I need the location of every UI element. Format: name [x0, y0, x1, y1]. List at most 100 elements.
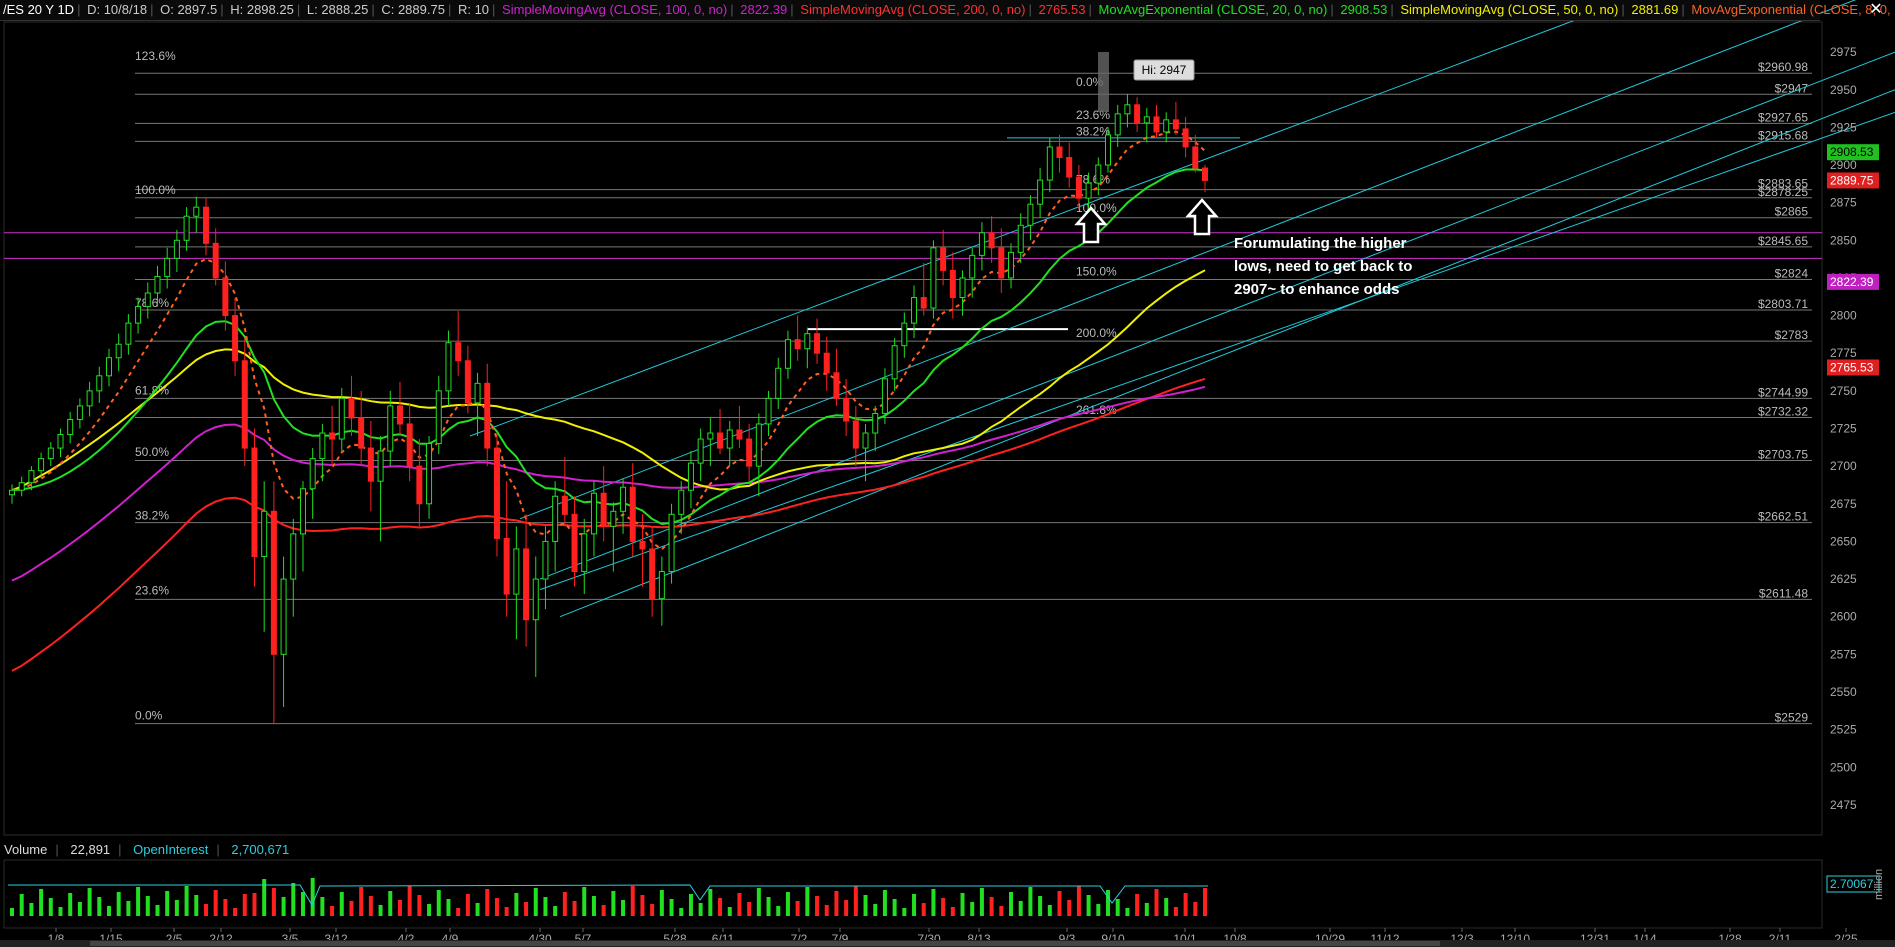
candle-body[interactable]: [270, 510, 277, 655]
candle-body[interactable]: [600, 492, 607, 527]
volume-label[interactable]: Volume: [0, 842, 51, 857]
candle-body[interactable]: [804, 333, 811, 350]
candle-body[interactable]: [998, 247, 1005, 279]
candle-body[interactable]: [1143, 116, 1150, 124]
candle-body[interactable]: [1017, 224, 1024, 253]
candle-body[interactable]: [173, 239, 180, 259]
candle-body[interactable]: [377, 450, 384, 482]
candle-body[interactable]: [629, 486, 636, 542]
candle-body[interactable]: [532, 578, 539, 621]
candle-body[interactable]: [911, 297, 918, 324]
candle-body[interactable]: [280, 578, 287, 655]
candle-body[interactable]: [949, 269, 956, 299]
candle-body[interactable]: [620, 486, 627, 512]
candle-body[interactable]: [503, 537, 510, 595]
price-chart[interactable]: $2960.98$2947$2927.65$2915.68$2883.65$28…: [0, 0, 1895, 947]
candle-body[interactable]: [833, 372, 840, 399]
candle-body[interactable]: [610, 510, 617, 527]
candle-body[interactable]: [891, 345, 898, 380]
candle-body[interactable]: [755, 423, 762, 467]
candle-body[interactable]: [387, 405, 394, 452]
candle-body[interactable]: [232, 315, 239, 362]
candle-body[interactable]: [1202, 167, 1208, 181]
candle-body[interactable]: [474, 382, 481, 404]
candle-body[interactable]: [183, 215, 190, 241]
candle-body[interactable]: [746, 438, 753, 467]
horizontal-scrollbar[interactable]: [0, 940, 1895, 947]
candle-body[interactable]: [1085, 182, 1092, 199]
candle-body[interactable]: [338, 397, 345, 440]
candle-body[interactable]: [930, 247, 937, 309]
candle-body[interactable]: [115, 343, 122, 359]
candle-body[interactable]: [581, 533, 588, 573]
candle-body[interactable]: [154, 275, 161, 294]
candle-body[interactable]: [484, 382, 491, 449]
candle-body[interactable]: [1163, 119, 1170, 133]
candle-body[interactable]: [1124, 104, 1131, 115]
candle-body[interactable]: [1095, 164, 1102, 184]
candle-body[interactable]: [1027, 203, 1034, 226]
candle-body[interactable]: [552, 495, 559, 542]
candle-body[interactable]: [678, 489, 685, 515]
candle-body[interactable]: [561, 495, 568, 515]
candle-body[interactable]: [135, 306, 142, 324]
candle-body[interactable]: [1134, 104, 1141, 124]
candle-body[interactable]: [1105, 134, 1112, 166]
candle-body[interactable]: [523, 548, 530, 621]
candle-body[interactable]: [28, 470, 35, 484]
study-sma200[interactable]: SimpleMovingAvg (CLOSE, 200, 0, no): [797, 2, 1028, 17]
candle-body[interactable]: [144, 292, 151, 308]
candle-body[interactable]: [76, 405, 83, 420]
candle-body[interactable]: [309, 458, 316, 490]
candle-body[interactable]: [687, 462, 694, 491]
candle-body[interactable]: [1037, 179, 1044, 205]
candle-body[interactable]: [784, 339, 791, 369]
candle-body[interactable]: [852, 420, 859, 449]
candle-body[interactable]: [988, 232, 995, 249]
candle-body[interactable]: [96, 375, 103, 392]
candle-body[interactable]: [9, 489, 15, 496]
candle-body[interactable]: [1066, 157, 1073, 178]
candle-body[interactable]: [969, 254, 976, 279]
study-sma50[interactable]: SimpleMovingAvg (CLOSE, 50, 0, no): [1397, 2, 1621, 17]
candle-body[interactable]: [445, 342, 452, 392]
candle-body[interactable]: [513, 548, 520, 595]
candle-body[interactable]: [843, 397, 850, 422]
candle-body[interactable]: [765, 397, 772, 425]
candle-body[interactable]: [1008, 251, 1015, 279]
candle-body[interactable]: [1075, 176, 1082, 199]
candle-body[interactable]: [978, 232, 985, 256]
candle-body[interactable]: [1046, 146, 1053, 181]
candle-body[interactable]: [717, 432, 724, 449]
candle-body[interactable]: [1153, 116, 1160, 133]
candle-body[interactable]: [571, 513, 578, 573]
candle-body[interactable]: [901, 322, 908, 347]
candle-body[interactable]: [493, 447, 500, 539]
study-ema8[interactable]: MovAvgExponential (CLOSE, 8, 0, no): [1688, 2, 1895, 17]
candle-body[interactable]: [57, 434, 64, 449]
candle-body[interactable]: [697, 438, 704, 464]
candle-body[interactable]: [67, 418, 74, 436]
candle-body[interactable]: [358, 417, 365, 449]
candle-body[interactable]: [299, 488, 306, 535]
candle-body[interactable]: [1172, 119, 1179, 130]
candle-body[interactable]: [426, 443, 433, 505]
candle-body[interactable]: [18, 482, 25, 491]
candle-body[interactable]: [823, 352, 830, 374]
candle-body[interactable]: [736, 429, 743, 440]
plot-area[interactable]: [3, 21, 1823, 836]
candle-body[interactable]: [940, 247, 947, 271]
candle-body[interactable]: [542, 540, 549, 580]
candle-body[interactable]: [649, 548, 656, 600]
candle-body[interactable]: [959, 277, 966, 299]
candle-body[interactable]: [872, 412, 879, 434]
candle-body[interactable]: [814, 333, 821, 354]
open-interest-label[interactable]: OpenInterest: [129, 842, 212, 857]
candle-body[interactable]: [668, 513, 675, 573]
candle-body[interactable]: [881, 378, 888, 414]
candle-body[interactable]: [794, 339, 801, 350]
candle-body[interactable]: [251, 447, 258, 557]
candle-body[interactable]: [590, 492, 597, 535]
study-ema20[interactable]: MovAvgExponential (CLOSE, 20, 0, no): [1096, 2, 1331, 17]
candle-body[interactable]: [1056, 146, 1063, 158]
